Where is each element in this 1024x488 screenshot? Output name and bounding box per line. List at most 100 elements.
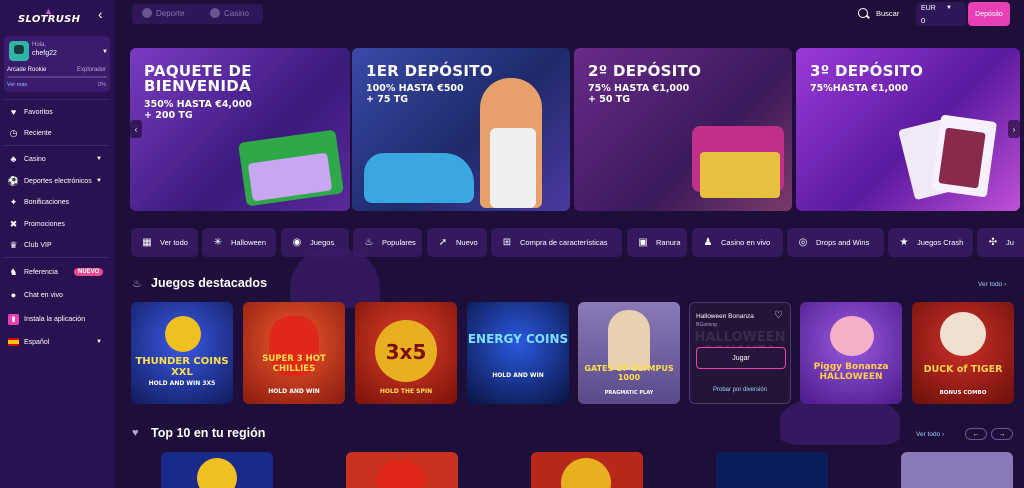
banner-title: 1ER DEPÓSITO bbox=[366, 62, 493, 80]
demo-link[interactable]: Probar por diversión bbox=[690, 387, 790, 393]
top10-see-all-link[interactable]: Ver todo › bbox=[916, 431, 944, 438]
category-ranura[interactable]: ▣ Ranura bbox=[627, 228, 687, 257]
hover-game-provider: BGaming bbox=[696, 322, 717, 328]
jacket-image bbox=[490, 128, 536, 208]
search-icon[interactable] bbox=[858, 8, 868, 18]
tab-casino[interactable]: Casino bbox=[210, 8, 249, 18]
see-all-label: Ver todo bbox=[916, 431, 941, 438]
top10-tile-2[interactable] bbox=[346, 452, 458, 488]
game-tile-gates-of-olympus[interactable]: GATES OF OLYMPUS 1000 PRAGMATIC PLAY bbox=[578, 302, 680, 404]
balance-selector[interactable]: EUR ▼ 0 bbox=[916, 2, 966, 26]
banner-title: 3º DEPÓSITO bbox=[810, 62, 924, 80]
rank-progress-percent: 0% bbox=[98, 82, 106, 88]
esports-icon: ⚽ bbox=[7, 175, 20, 186]
sidebar-item-favoritos[interactable]: ♥ Favoritos bbox=[0, 103, 114, 121]
promo-banner-second-deposit[interactable]: 2º DEPÓSITO 75% HASTA €1,000 + 50 TG bbox=[574, 48, 792, 211]
sidebar-item-referencia[interactable]: ♞ Referencia NUEVO bbox=[0, 263, 114, 281]
top10-tile-5[interactable] bbox=[901, 452, 1013, 488]
category-halloween[interactable]: ✳ Halloween bbox=[202, 228, 276, 257]
search-button[interactable]: Buscar bbox=[876, 9, 899, 18]
bonus-icon: ✦ bbox=[9, 196, 18, 207]
rank-progress-bar bbox=[7, 76, 107, 78]
game-tile-energy-coins[interactable]: ENERGY COINS HOLD AND WIN bbox=[467, 302, 569, 404]
live-icon: ♟ bbox=[703, 237, 713, 248]
controller-icon: ⊞ bbox=[502, 237, 512, 248]
category-feature-buy[interactable]: ⊞ Compra de características bbox=[491, 228, 622, 257]
featured-see-all-link[interactable]: Ver todo › bbox=[978, 281, 1006, 288]
collapse-sidebar-icon[interactable]: ‹ bbox=[98, 6, 103, 22]
character-image bbox=[938, 127, 986, 189]
next-rank: Explorador bbox=[76, 67, 106, 73]
casino-icon: ♣ bbox=[10, 154, 17, 164]
sidebar-item-promociones[interactable]: ✖ Promociones bbox=[0, 215, 114, 233]
chat-icon: ● bbox=[10, 290, 17, 300]
game-subtitle: HOLD AND WIN 3X5 bbox=[148, 380, 216, 387]
sidebar-item-chat[interactable]: ● Chat en vivo bbox=[0, 286, 114, 304]
top10-next-button[interactable]: → bbox=[991, 428, 1013, 440]
category-label: Ju bbox=[1006, 238, 1014, 247]
chevron-down-icon[interactable]: ▼ bbox=[102, 49, 108, 55]
carousel-prev-button[interactable]: ‹ bbox=[130, 120, 142, 138]
banner-sub-line: + 50 TG bbox=[588, 94, 631, 105]
flag-icon bbox=[8, 338, 19, 346]
category-populares[interactable]: ♨ Populares bbox=[353, 228, 422, 257]
top10-prev-button[interactable]: ← bbox=[965, 428, 987, 440]
user-card[interactable]: Hola, chefg22 ▼ Arcade Rookie Explorador… bbox=[4, 36, 110, 92]
new-badge: NUEVO bbox=[74, 268, 104, 276]
tab-deporte[interactable]: Deporte bbox=[142, 8, 184, 18]
category-casino-en-vivo[interactable]: ♟ Casino en vivo bbox=[692, 228, 783, 257]
game-tile-piggy-bonanza[interactable]: Piggy Bonanza HALLOWEEN bbox=[800, 302, 902, 404]
category-drops-and-wins[interactable]: ◎ Drops and Wins bbox=[787, 228, 884, 257]
sidebar-item-bonificaciones[interactable]: ✦ Bonificaciones bbox=[0, 193, 114, 211]
sidebar-item-reciente[interactable]: ◷ Reciente bbox=[0, 124, 114, 142]
divider bbox=[4, 257, 110, 258]
banner-subtitle: 350% HASTA €4,000 + 200 TG bbox=[144, 99, 252, 121]
promo-banner-welcome[interactable]: PAQUETE DE BIENVENIDA 350% HASTA €4,000 + … bbox=[130, 48, 350, 211]
sidebar: ▲ SLOTRUSH ‹ Hola, chefg22 ▼ Arcade Rook… bbox=[0, 0, 114, 488]
banner-title-line: BIENVENIDA bbox=[144, 77, 251, 95]
promo-banner-first-deposit[interactable]: 1ER DEPÓSITO 100% HASTA €500 + 75 TG bbox=[352, 48, 570, 211]
sidebar-item-label: Favoritos bbox=[24, 108, 53, 116]
category-nuevo[interactable]: ➚ Nuevo bbox=[427, 228, 487, 257]
category-juegos-crash[interactable]: ★ Juegos Crash bbox=[888, 228, 973, 257]
promo-banner-third-deposit[interactable]: 3º DEPÓSITO 75%HASTA €1,000 bbox=[796, 48, 1020, 211]
top10-tile-1[interactable] bbox=[161, 452, 273, 488]
game-tile-duck-of-tiger[interactable]: DUCK of TIGER BONUS COMBO bbox=[912, 302, 1014, 404]
category-more[interactable]: ✣ Ju bbox=[977, 228, 1024, 257]
drops-icon: ◎ bbox=[798, 237, 808, 248]
tab-label: Casino bbox=[224, 8, 249, 18]
banner-sub-line: 350% HASTA €4,000 bbox=[144, 99, 252, 110]
game-tile-3x5[interactable]: 3x5 HOLD THE SPIN bbox=[355, 302, 457, 404]
gold-bars-image bbox=[700, 152, 780, 198]
top10-tile-3[interactable] bbox=[531, 452, 643, 488]
slotrush-logo[interactable]: ▲ SLOTRUSH bbox=[18, 6, 82, 30]
chevron-down-icon: ▼ bbox=[96, 339, 102, 345]
sidebar-item-club-vip[interactable]: ♛ Club VIP bbox=[0, 236, 114, 254]
divider bbox=[4, 145, 110, 146]
category-ver-todo[interactable]: ▦ Ver todo bbox=[131, 228, 198, 257]
game-subtitle: BONUS COMBO bbox=[939, 390, 987, 396]
car-image bbox=[364, 153, 474, 203]
sidebar-item-install-app[interactable]: ▮ Instala la aplicación bbox=[0, 310, 114, 328]
puzzle-icon: ✣ bbox=[988, 237, 998, 248]
fire-icon: ♨ bbox=[132, 278, 142, 290]
deposit-button[interactable]: Depósito bbox=[968, 2, 1010, 26]
heart-icon: ♥ bbox=[10, 107, 17, 117]
logo-text: SLOTRUSH bbox=[18, 14, 81, 25]
play-button[interactable]: Jugar bbox=[696, 347, 786, 369]
sidebar-item-label: Español bbox=[24, 338, 50, 346]
sidebar-item-casino[interactable]: ♣ Casino ▼ bbox=[0, 150, 114, 168]
see-more-link[interactable]: Ver más bbox=[7, 82, 27, 88]
hover-game-title: Halloween Bonanza bbox=[696, 313, 754, 320]
coin-image bbox=[165, 316, 201, 352]
sidebar-item-esports[interactable]: ⚽ Deportes electrónicos ▼ bbox=[0, 172, 114, 190]
game-tile-thunder-coins[interactable]: THUNDER COINS XXL HOLD AND WIN 3X5 bbox=[131, 302, 233, 404]
sidebar-item-label: Promociones bbox=[24, 220, 65, 228]
carousel-next-button[interactable]: › bbox=[1008, 120, 1020, 138]
sidebar-item-language[interactable]: Español ▼ bbox=[0, 333, 114, 351]
banner-subtitle: 100% HASTA €500 + 75 TG bbox=[366, 83, 464, 105]
top10-tile-4[interactable] bbox=[716, 452, 828, 488]
game-tile-halloween-bonanza-hover[interactable]: Halloween Bonanza BGaming ♡ HALLOWEEN BO… bbox=[689, 302, 791, 404]
game-tile-super-3-hot-chillies[interactable]: SUPER 3 HOT CHILLIES HOLD AND WIN bbox=[243, 302, 345, 404]
favorite-heart-icon[interactable]: ♡ bbox=[774, 310, 783, 321]
